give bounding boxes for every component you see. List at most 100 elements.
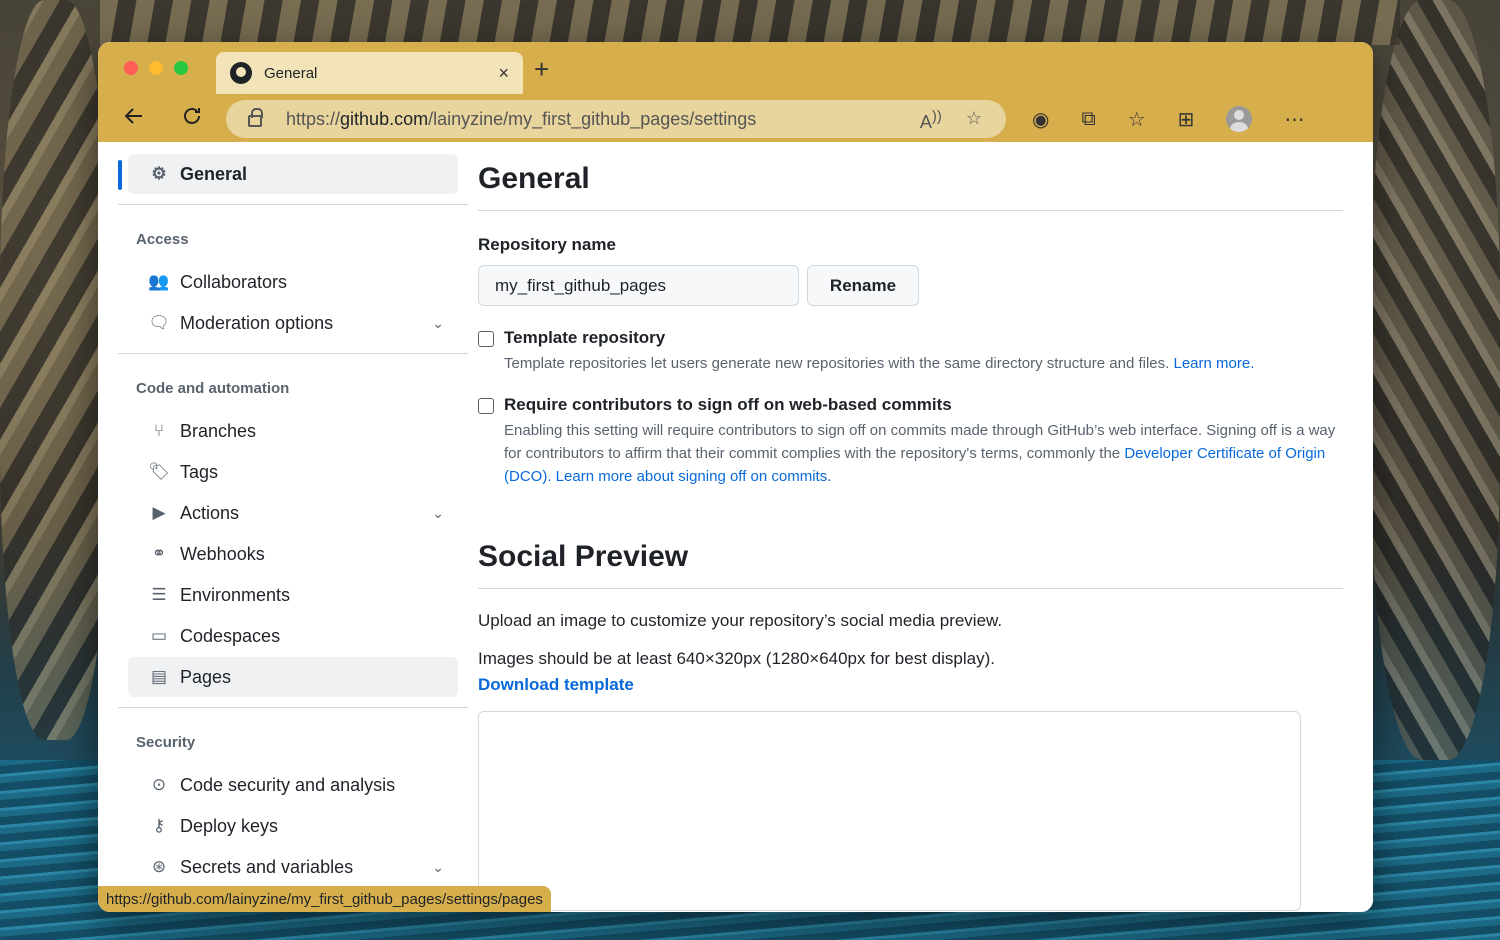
sidebar-item-label: Deploy keys [180, 815, 279, 836]
collections-icon[interactable]: ⊞ [1178, 107, 1195, 132]
browser-essentials-icon[interactable]: ◉ [1032, 107, 1049, 132]
codescan-icon: ⊙ [151, 775, 167, 794]
sidebar-item-general[interactable]: ⚙ General [118, 154, 458, 194]
page-content: ⚙ General Access 👥 Collaborators 🗨 Moder… [98, 142, 1373, 912]
template-repo-setting: Template repository Template repositorie… [478, 328, 1343, 375]
window-controls [124, 61, 188, 75]
download-template-link[interactable]: Download template [478, 675, 1343, 695]
browser-icon: ▤ [150, 667, 168, 686]
comment-discussion-icon: 🗨 [148, 313, 170, 332]
more-menu-icon[interactable]: ⋯ [1284, 107, 1304, 132]
signoff-learn-more-link[interactable]: Learn more about signing off on commits [556, 468, 828, 485]
add-favorite-icon[interactable]: ☆ [966, 108, 982, 133]
sidebar-item-label: Secrets and variables [180, 856, 354, 877]
sidebar-item-label: Environments [180, 584, 291, 605]
tab-close-icon[interactable]: × [498, 63, 509, 84]
extensions-icon[interactable]: ⧉ [1081, 108, 1095, 131]
maximize-window-button[interactable] [174, 61, 188, 75]
sidebar-item-label: Webhooks [180, 543, 265, 564]
sidebar-item-label: Branches [180, 420, 257, 441]
social-preview-size-hint: Images should be at least 640×320px (128… [478, 649, 995, 668]
webhook-icon: ⚭ [151, 544, 167, 563]
reload-icon[interactable] [180, 104, 204, 133]
sidebar-item-actions[interactable]: ▶ Actions ⌄ [128, 493, 458, 533]
social-preview-upload-area[interactable] [478, 711, 1301, 911]
people-icon: 👥 [148, 272, 170, 291]
sidebar-item-tags[interactable]: 🏷 Tags [128, 452, 458, 492]
sidebar-item-label: Actions [180, 502, 240, 523]
key-icon: ⚷ [152, 816, 166, 835]
lock-icon[interactable] [248, 108, 263, 127]
rename-button[interactable]: Rename [807, 265, 919, 306]
chevron-down-icon[interactable]: ⌄ [432, 859, 444, 876]
asterisk-icon: ⊛ [151, 857, 167, 876]
read-aloud-icon[interactable]: A)) [920, 108, 942, 133]
favorites-icon[interactable]: ☆ [1128, 107, 1146, 132]
repo-name-input[interactable] [478, 265, 799, 306]
sidebar-divider [118, 353, 468, 354]
signoff-checkbox[interactable] [478, 398, 494, 414]
title-bar: General × + [98, 42, 1373, 94]
sidebar-item-label: Collaborators [180, 271, 288, 292]
settings-main: General Repository name Rename Template … [478, 142, 1343, 911]
sidebar-item-label: Moderation options [180, 312, 334, 333]
github-logo-icon [230, 62, 252, 84]
chevron-down-icon[interactable]: ⌄ [432, 315, 444, 332]
sidebar-item-collaborators[interactable]: 👥 Collaborators [128, 262, 458, 302]
sidebar-heading-code: Code and automation [136, 380, 290, 397]
gear-icon: ⚙ [151, 164, 167, 183]
signoff-setting: Require contributors to sign off on web-… [478, 395, 1343, 488]
template-repo-checkbox[interactable] [478, 331, 494, 347]
repo-name-label: Repository name [478, 235, 616, 254]
sidebar-item-label: Pages [180, 666, 232, 687]
profile-avatar[interactable] [1226, 106, 1253, 132]
sidebar-item-deploy-keys[interactable]: ⚷ Deploy keys [128, 806, 458, 846]
sidebar-heading-access: Access [136, 231, 189, 248]
tab-title: General [264, 64, 318, 82]
template-repo-description: Template repositories let users generate… [504, 355, 1255, 372]
url-text: https://github.com/lainyzine/my_first_gi… [286, 108, 757, 129]
sidebar-divider [118, 204, 468, 205]
sidebar-item-label: General [180, 163, 248, 184]
sidebar-item-label: Codespaces [180, 625, 281, 646]
codespaces-icon: ▭ [150, 626, 168, 645]
chevron-down-icon[interactable]: ⌄ [432, 505, 444, 522]
sidebar-divider [118, 707, 468, 708]
sidebar-item-moderation[interactable]: 🗨 Moderation options ⌄ [128, 303, 458, 343]
minimize-window-button[interactable] [149, 61, 163, 75]
sidebar-item-pages[interactable]: ▤ Pages [128, 657, 458, 697]
sidebar-item-secrets[interactable]: ⊛ Secrets and variables ⌄ [128, 847, 458, 887]
sidebar-item-label: Tags [180, 461, 219, 482]
address-bar[interactable]: https://github.com/lainyzine/my_first_gi… [226, 100, 1006, 138]
status-bar-url: https://github.com/lainyzine/my_first_gi… [98, 886, 551, 912]
settings-sidebar: ⚙ General Access 👥 Collaborators 🗨 Moder… [118, 154, 468, 888]
page-title: General [478, 142, 1343, 211]
server-icon: ☰ [151, 585, 167, 604]
sidebar-item-label: Code security and analysis [180, 774, 396, 795]
social-preview-heading: Social Preview [478, 488, 1343, 589]
sidebar-item-codespaces[interactable]: ▭ Codespaces [128, 616, 458, 656]
social-preview-description: Upload an image to customize your reposi… [478, 611, 1003, 630]
signoff-title: Require contributors to sign off on web-… [504, 395, 952, 414]
back-arrow-icon[interactable] [122, 104, 146, 133]
sidebar-heading-security: Security [136, 734, 196, 751]
toolbar-icons: ◉ ⧉ ☆ ⊞ ⋯ [1032, 106, 1304, 132]
browser-window: General × + https://github.com/lainyzine… [98, 42, 1373, 912]
tag-icon: 🏷 [148, 462, 170, 481]
active-indicator [118, 160, 122, 190]
sidebar-item-environments[interactable]: ☰ Environments [128, 575, 458, 615]
template-repo-title: Template repository [504, 328, 666, 347]
new-tab-icon[interactable]: + [534, 56, 549, 82]
repo-name-row: Rename [478, 265, 1343, 306]
browser-tab[interactable]: General × [216, 52, 523, 94]
close-window-button[interactable] [124, 61, 138, 75]
sidebar-item-webhooks[interactable]: ⚭ Webhooks [128, 534, 458, 574]
browser-toolbar: https://github.com/lainyzine/my_first_gi… [98, 94, 1373, 142]
sidebar-item-code-security[interactable]: ⊙ Code security and analysis [128, 765, 458, 805]
play-icon: ▶ [152, 503, 166, 522]
template-learn-more-link[interactable]: Learn more. [1173, 355, 1254, 372]
git-branch-icon: ⑂ [153, 421, 165, 440]
signoff-description: Enabling this setting will require contr… [504, 422, 1336, 485]
address-bar-actions: A)) ☆ [920, 108, 982, 133]
sidebar-item-branches[interactable]: ⑂ Branches [128, 411, 458, 451]
